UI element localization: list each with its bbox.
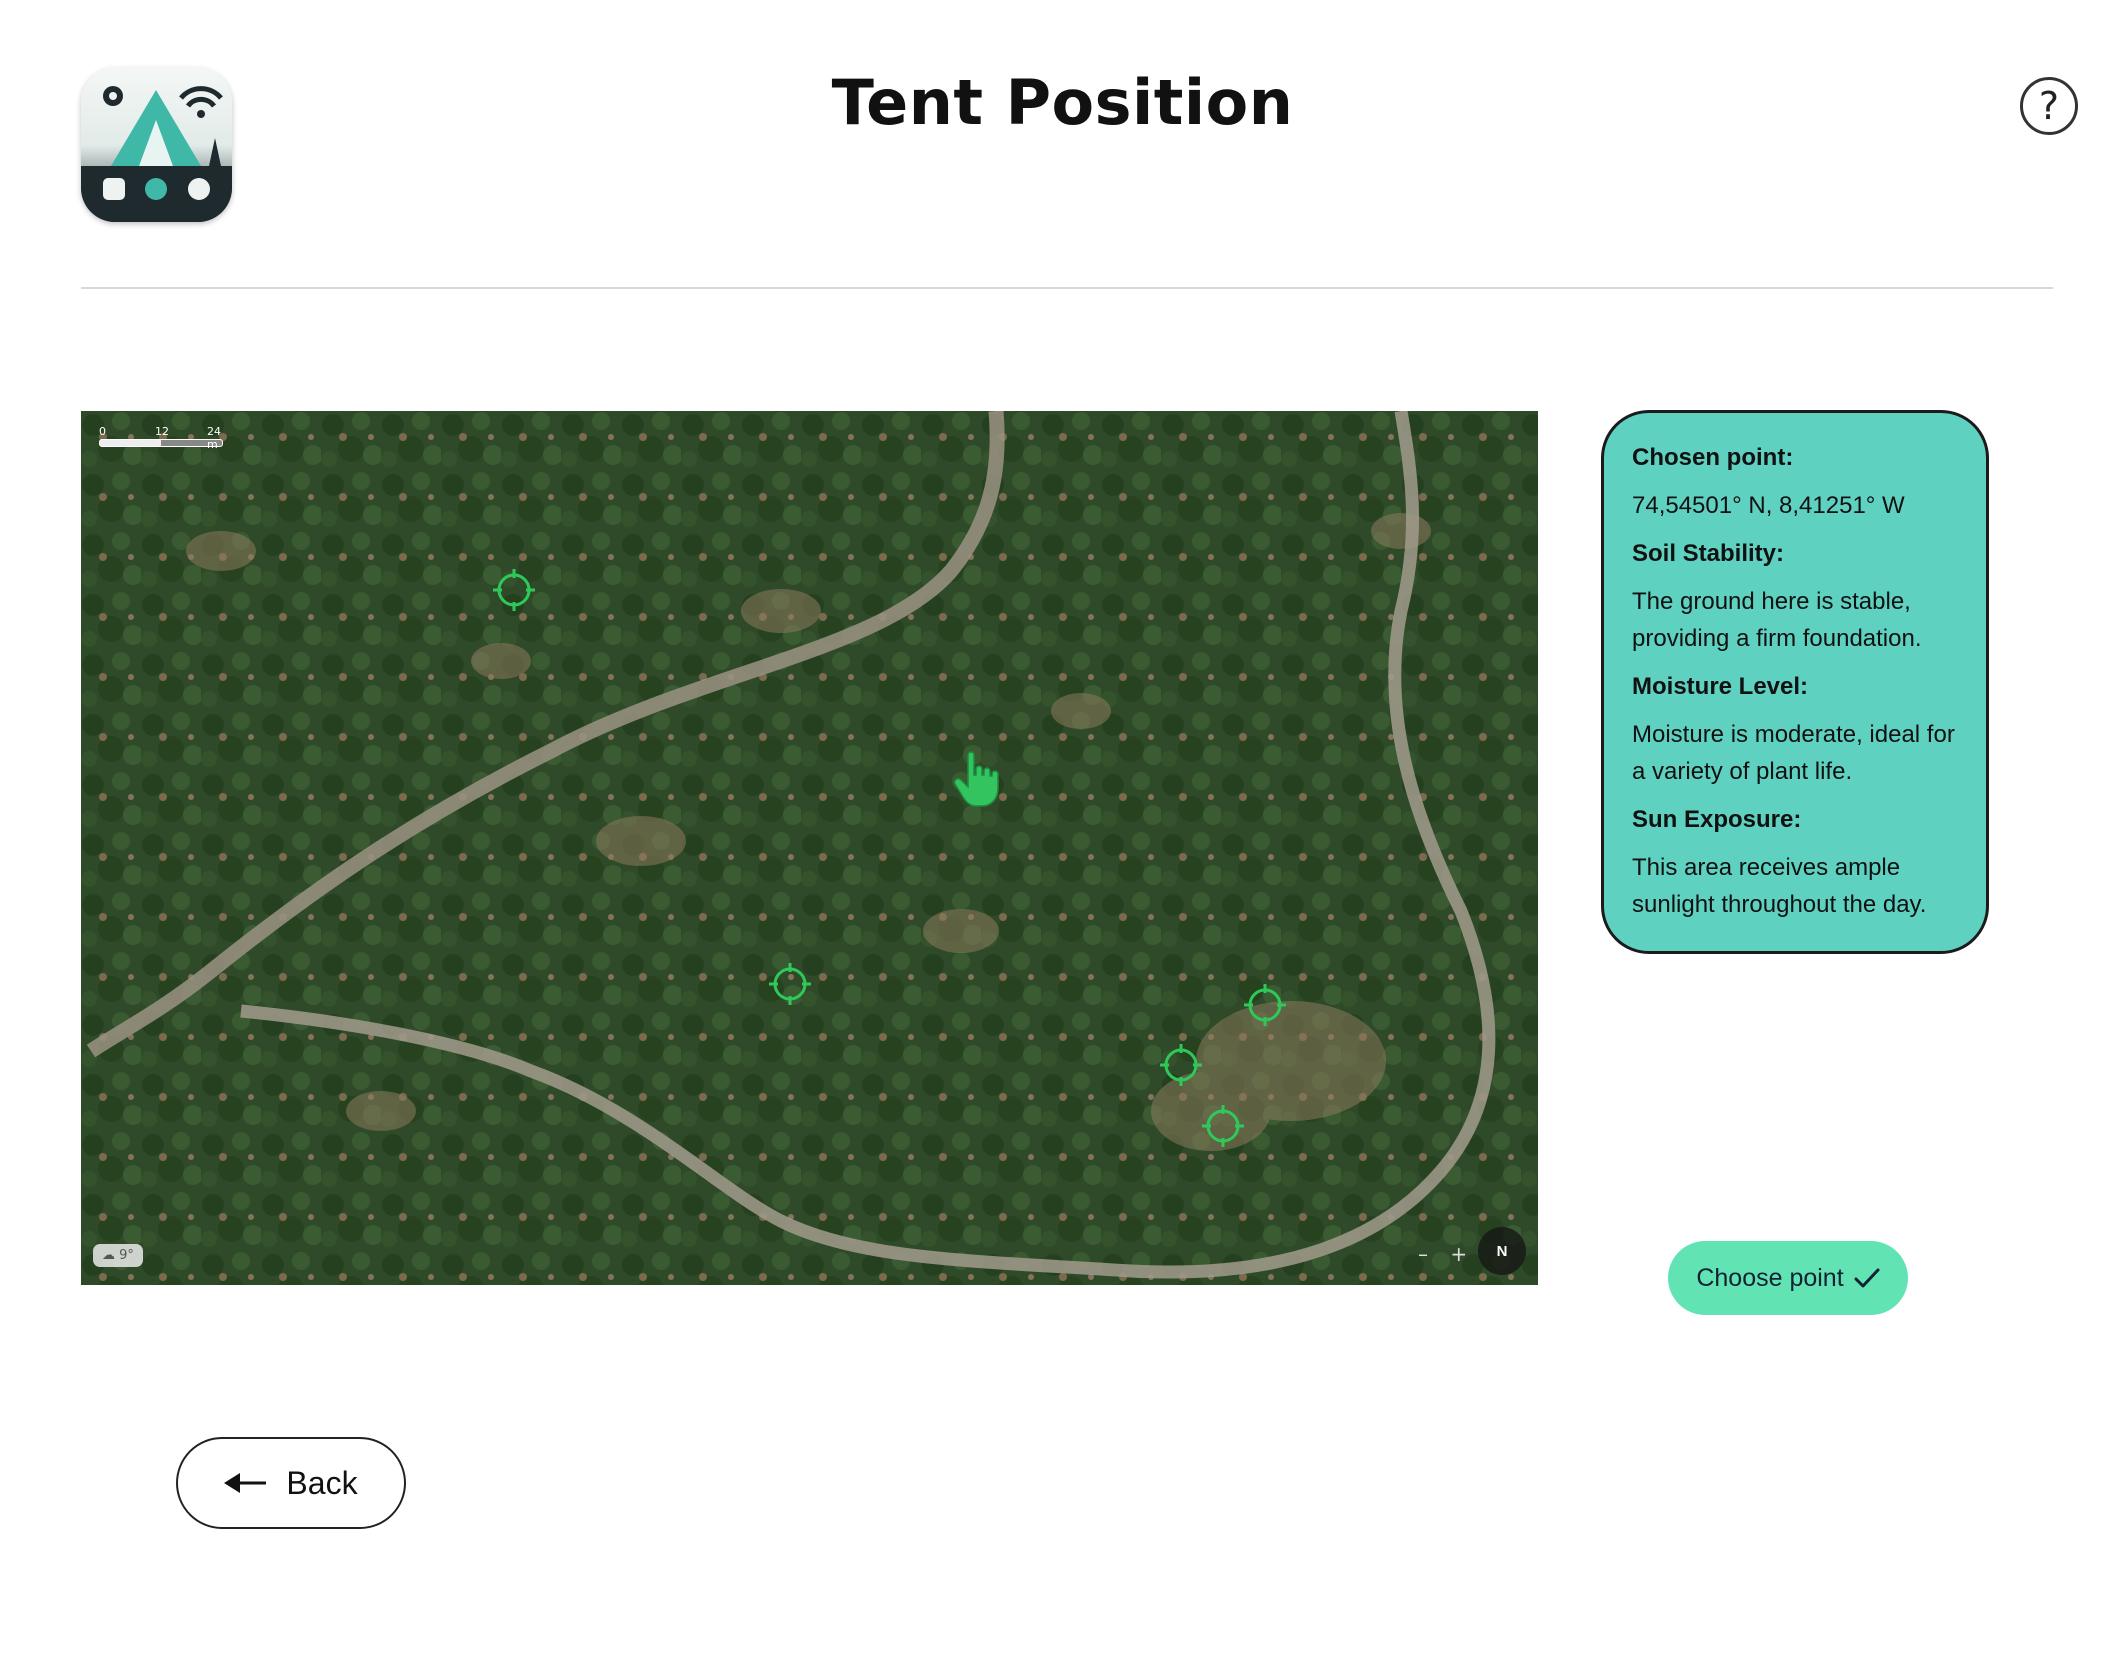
scale-bar (99, 439, 223, 447)
scale-label: 24 m (207, 425, 221, 451)
checkmark-icon (1854, 1268, 1880, 1288)
target-marker-icon[interactable] (1244, 984, 1286, 1026)
chosen-point-coordinates: 74,54501° N, 8,41251° W (1632, 492, 1905, 519)
soil-stability-text: The ground here is stable, providing a f… (1632, 588, 1922, 652)
back-label: Back (286, 1464, 358, 1501)
cloud-icon: ☁ (102, 1248, 120, 1263)
target-marker-icon[interactable] (493, 569, 535, 611)
arrow-left-icon (224, 1473, 267, 1493)
map-terrain (81, 411, 1538, 1285)
moisture-level-text: Moisture is moderate, ideal for a variet… (1632, 721, 1955, 785)
page-title: Tent Position (831, 66, 1294, 139)
header-divider (81, 287, 2053, 289)
pointer-hand-icon (954, 751, 999, 807)
zoom-out-button[interactable]: – (1418, 1242, 1428, 1266)
scale-label: 12 (155, 425, 169, 438)
sun-exposure-text: This area receives ample sunlight throug… (1632, 854, 1927, 918)
target-marker-icon[interactable] (1160, 1044, 1202, 1086)
zoom-in-button[interactable]: + (1450, 1242, 1467, 1266)
sun-exposure-heading: Sun Exposure: (1632, 806, 1802, 833)
satellite-map[interactable]: 0 12 24 m ☁ 9° – + N (81, 411, 1538, 1285)
weather-temperature: 9° (119, 1248, 134, 1263)
soil-stability-heading: Soil Stability: (1632, 540, 1785, 567)
target-marker-icon[interactable] (769, 963, 811, 1005)
target-marker-icon[interactable] (1202, 1105, 1244, 1147)
choose-point-button[interactable]: Choose point (1668, 1241, 1908, 1315)
choose-point-label: Choose point (1696, 1263, 1844, 1292)
chosen-point-heading: Chosen point: (1632, 444, 1794, 471)
point-info-panel: Chosen point: 74,54501° N, 8,41251° W So… (1601, 410, 1989, 954)
map-scale: 0 12 24 m (99, 425, 223, 451)
back-button[interactable]: Back (176, 1437, 406, 1529)
scale-label: 0 (99, 425, 106, 438)
moisture-level-heading: Moisture Level: (1632, 673, 1809, 700)
compass-button[interactable]: N (1478, 1227, 1526, 1275)
help-button[interactable]: ? (2020, 77, 2078, 135)
weather-badge: ☁ 9° (93, 1244, 143, 1267)
zoom-controls: – + (1418, 1242, 1483, 1266)
